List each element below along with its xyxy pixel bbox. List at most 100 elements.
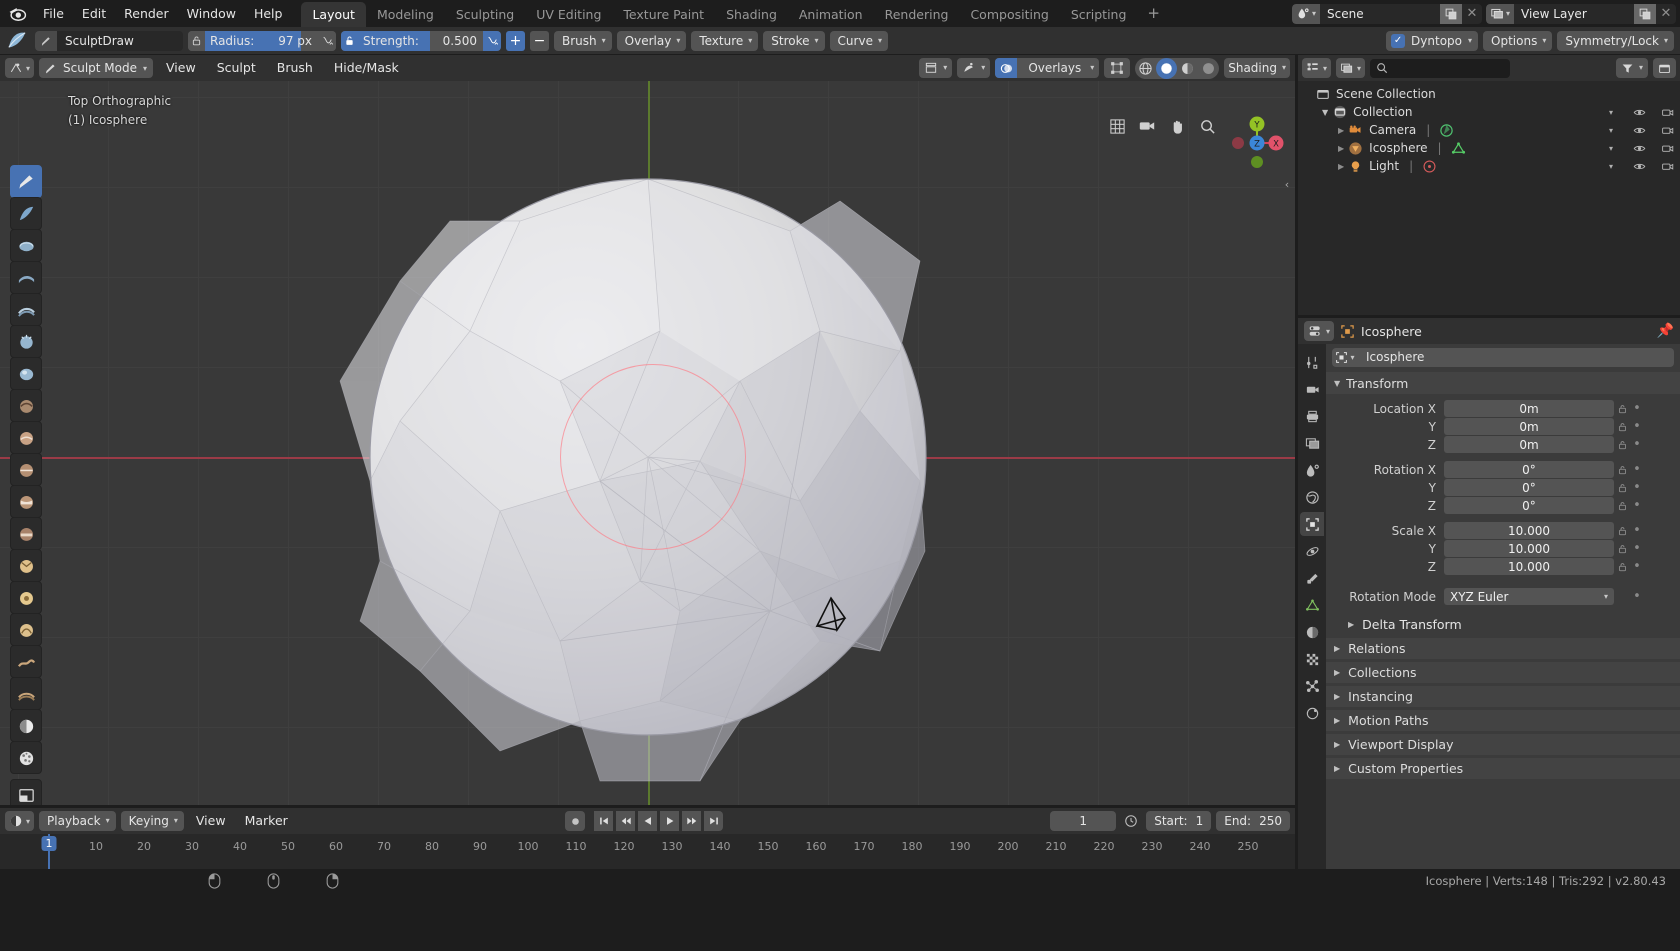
tool-layer[interactable] bbox=[10, 293, 42, 326]
location-z-field[interactable]: 0m bbox=[1444, 436, 1614, 453]
menu-window[interactable]: Window bbox=[178, 0, 245, 27]
workspace-tab-sculpting[interactable]: Sculpting bbox=[445, 2, 525, 27]
shading-wireframe-button[interactable] bbox=[1135, 58, 1156, 79]
gizmo-selector[interactable]: ▾ bbox=[957, 58, 991, 78]
lock-icon[interactable] bbox=[1614, 422, 1630, 432]
scene-selector[interactable]: ▾ Scene ✕ bbox=[1291, 3, 1482, 24]
expander-icon[interactable]: ▶ bbox=[1338, 144, 1344, 153]
outliner-row-collection[interactable]: ▼ Collection ▾ bbox=[1298, 103, 1680, 121]
lock-icon[interactable] bbox=[1614, 440, 1630, 450]
hide-eye-icon[interactable] bbox=[1632, 142, 1646, 155]
properties-tab-object[interactable] bbox=[1300, 512, 1324, 536]
custom-properties-panel[interactable]: ▶ Custom Properties bbox=[1326, 758, 1680, 779]
tool-draw[interactable] bbox=[10, 165, 42, 198]
view-layer-name[interactable]: View Layer bbox=[1514, 4, 1634, 24]
tool-inflate[interactable] bbox=[10, 325, 42, 358]
sidebar-toggle-arrow-icon[interactable]: ‹ bbox=[1281, 171, 1293, 197]
hide-eye-icon[interactable] bbox=[1632, 124, 1646, 137]
strength-value[interactable]: 0.500 bbox=[443, 31, 483, 51]
dyntopo-checkbox[interactable]: ✓ bbox=[1391, 33, 1406, 48]
outliner-editor[interactable]: ▾ ▾ ▾ Scene Collection ▼ Collection ▾ ▶ … bbox=[1298, 55, 1680, 315]
workspace-tab-layout[interactable]: Layout bbox=[301, 2, 366, 27]
brush-name[interactable]: SculptDraw bbox=[57, 31, 183, 51]
overlay-menu[interactable]: Overlay ▾ bbox=[616, 30, 687, 51]
hide-eye-icon[interactable] bbox=[1632, 106, 1646, 119]
disable-render-camera-icon[interactable] bbox=[1660, 160, 1674, 173]
instancing-panel[interactable]: ▶ Instancing bbox=[1326, 686, 1680, 707]
brush-add-button[interactable]: + bbox=[506, 30, 525, 51]
outliner-search-input[interactable] bbox=[1370, 58, 1511, 78]
outliner-row-camera[interactable]: ▶ Camera | ▾ bbox=[1298, 121, 1680, 139]
add-workspace-button[interactable]: + bbox=[1137, 0, 1170, 27]
properties-tab-world[interactable] bbox=[1300, 485, 1324, 509]
light-data-icon[interactable] bbox=[1422, 159, 1437, 174]
shading-popover[interactable]: Shading ▾ bbox=[1224, 58, 1290, 78]
tool-fill[interactable] bbox=[10, 485, 42, 518]
shading-solid-button[interactable] bbox=[1156, 57, 1178, 79]
lock-icon[interactable] bbox=[1614, 404, 1630, 414]
outliner-tree[interactable]: Scene Collection ▼ Collection ▾ ▶ Camera… bbox=[1298, 81, 1680, 175]
location-x-field[interactable]: 0m bbox=[1444, 400, 1614, 417]
tool-thumb[interactable] bbox=[10, 677, 42, 710]
brush-subtract-button[interactable]: − bbox=[530, 30, 549, 51]
jump-to-prev-keyframe-button[interactable] bbox=[616, 811, 635, 831]
scale-z-field[interactable]: 10.000 bbox=[1444, 558, 1614, 575]
frame-end-field[interactable]: End: 250 bbox=[1216, 811, 1290, 831]
play-reverse-button[interactable] bbox=[638, 811, 657, 831]
rotation-x-field[interactable]: 0° bbox=[1444, 461, 1614, 478]
tool-pinch[interactable] bbox=[10, 549, 42, 582]
properties-tab-physics[interactable] bbox=[1300, 539, 1324, 563]
tool-blob[interactable] bbox=[10, 357, 42, 390]
outliner-label-light[interactable]: Light bbox=[1369, 159, 1399, 173]
outliner-label-icosphere[interactable]: Icosphere bbox=[1369, 141, 1427, 155]
expander-icon[interactable]: ▶ bbox=[1338, 126, 1344, 135]
workspace-tab-texture-paint[interactable]: Texture Paint bbox=[612, 2, 715, 27]
outliner-row-scene-collection[interactable]: Scene Collection bbox=[1298, 85, 1680, 103]
relations-panel[interactable]: ▶ Relations bbox=[1326, 638, 1680, 659]
workspace-tab-animation[interactable]: Animation bbox=[788, 2, 874, 27]
expander-icon[interactable]: ▶ bbox=[1338, 162, 1344, 171]
lock-icon[interactable] bbox=[1614, 544, 1630, 554]
lock-icon[interactable] bbox=[1614, 526, 1630, 536]
overlays-menu[interactable]: Overlays ▾ bbox=[995, 58, 1100, 78]
workspace-tab-scripting[interactable]: Scripting bbox=[1060, 2, 1138, 27]
brush-menu[interactable]: Brush ▾ bbox=[554, 30, 612, 51]
timeline-view-menu[interactable]: View bbox=[189, 811, 233, 831]
properties-editor-type-selector[interactable]: ▾ bbox=[1304, 321, 1335, 341]
strength-slider[interactable]: Strength: 0.500 bbox=[341, 30, 501, 51]
timeline-playback-menu[interactable]: Playback ▾ bbox=[39, 811, 116, 831]
menu-edit[interactable]: Edit bbox=[73, 0, 115, 27]
interaction-mode-selector[interactable]: Sculpt Mode ▾ bbox=[39, 58, 154, 78]
rotation-z-field[interactable]: 0° bbox=[1444, 497, 1614, 514]
editor-type-selector[interactable]: ▾ bbox=[5, 58, 35, 78]
curve-menu[interactable]: Curve ▾ bbox=[829, 30, 888, 51]
stroke-menu[interactable]: Stroke ▾ bbox=[763, 30, 825, 51]
tool-scrape[interactable] bbox=[10, 517, 42, 550]
strength-unified-lock-icon[interactable] bbox=[341, 30, 358, 51]
tool-clay-strips[interactable] bbox=[10, 261, 42, 294]
delta-transform-panel[interactable]: ▶ Delta Transform bbox=[1326, 614, 1680, 635]
properties-tab-scene[interactable] bbox=[1300, 458, 1324, 482]
menu-file[interactable]: File bbox=[34, 0, 73, 27]
lock-icon[interactable] bbox=[1614, 562, 1630, 572]
menu-render[interactable]: Render bbox=[115, 0, 178, 27]
outliner-row-icosphere[interactable]: ▶ Icosphere | ▾ bbox=[1298, 139, 1680, 157]
timeline-editor-type-selector[interactable]: ▾ bbox=[5, 811, 35, 831]
location-y-field[interactable]: 0m bbox=[1444, 418, 1614, 435]
outliner-display-mode-selector[interactable]: ▾ bbox=[1336, 58, 1366, 78]
radius-pressure-toggle[interactable] bbox=[318, 30, 336, 51]
pan-hand-icon[interactable] bbox=[1165, 114, 1189, 138]
viewport-menu-hide-mask[interactable]: Hide/Mask bbox=[326, 58, 407, 78]
camera-view-icon[interactable] bbox=[1135, 114, 1159, 138]
properties-tab-object-constraints[interactable] bbox=[1300, 701, 1324, 725]
tool-draw-sharp[interactable] bbox=[10, 197, 42, 230]
properties-tab-material[interactable] bbox=[1300, 620, 1324, 644]
disable-render-camera-icon[interactable] bbox=[1660, 106, 1674, 119]
disable-render-camera-icon[interactable] bbox=[1660, 142, 1674, 155]
xray-toggle[interactable] bbox=[1104, 58, 1131, 78]
object-name-field[interactable]: Icosphere bbox=[1358, 347, 1674, 367]
animate-dot-icon[interactable]: • bbox=[1630, 541, 1644, 556]
motion-paths-panel[interactable]: ▶ Motion Paths bbox=[1326, 710, 1680, 731]
navigation-gizmo[interactable]: Y X Z bbox=[1228, 114, 1284, 168]
chevron-down-icon[interactable]: ▾ bbox=[1604, 162, 1618, 171]
